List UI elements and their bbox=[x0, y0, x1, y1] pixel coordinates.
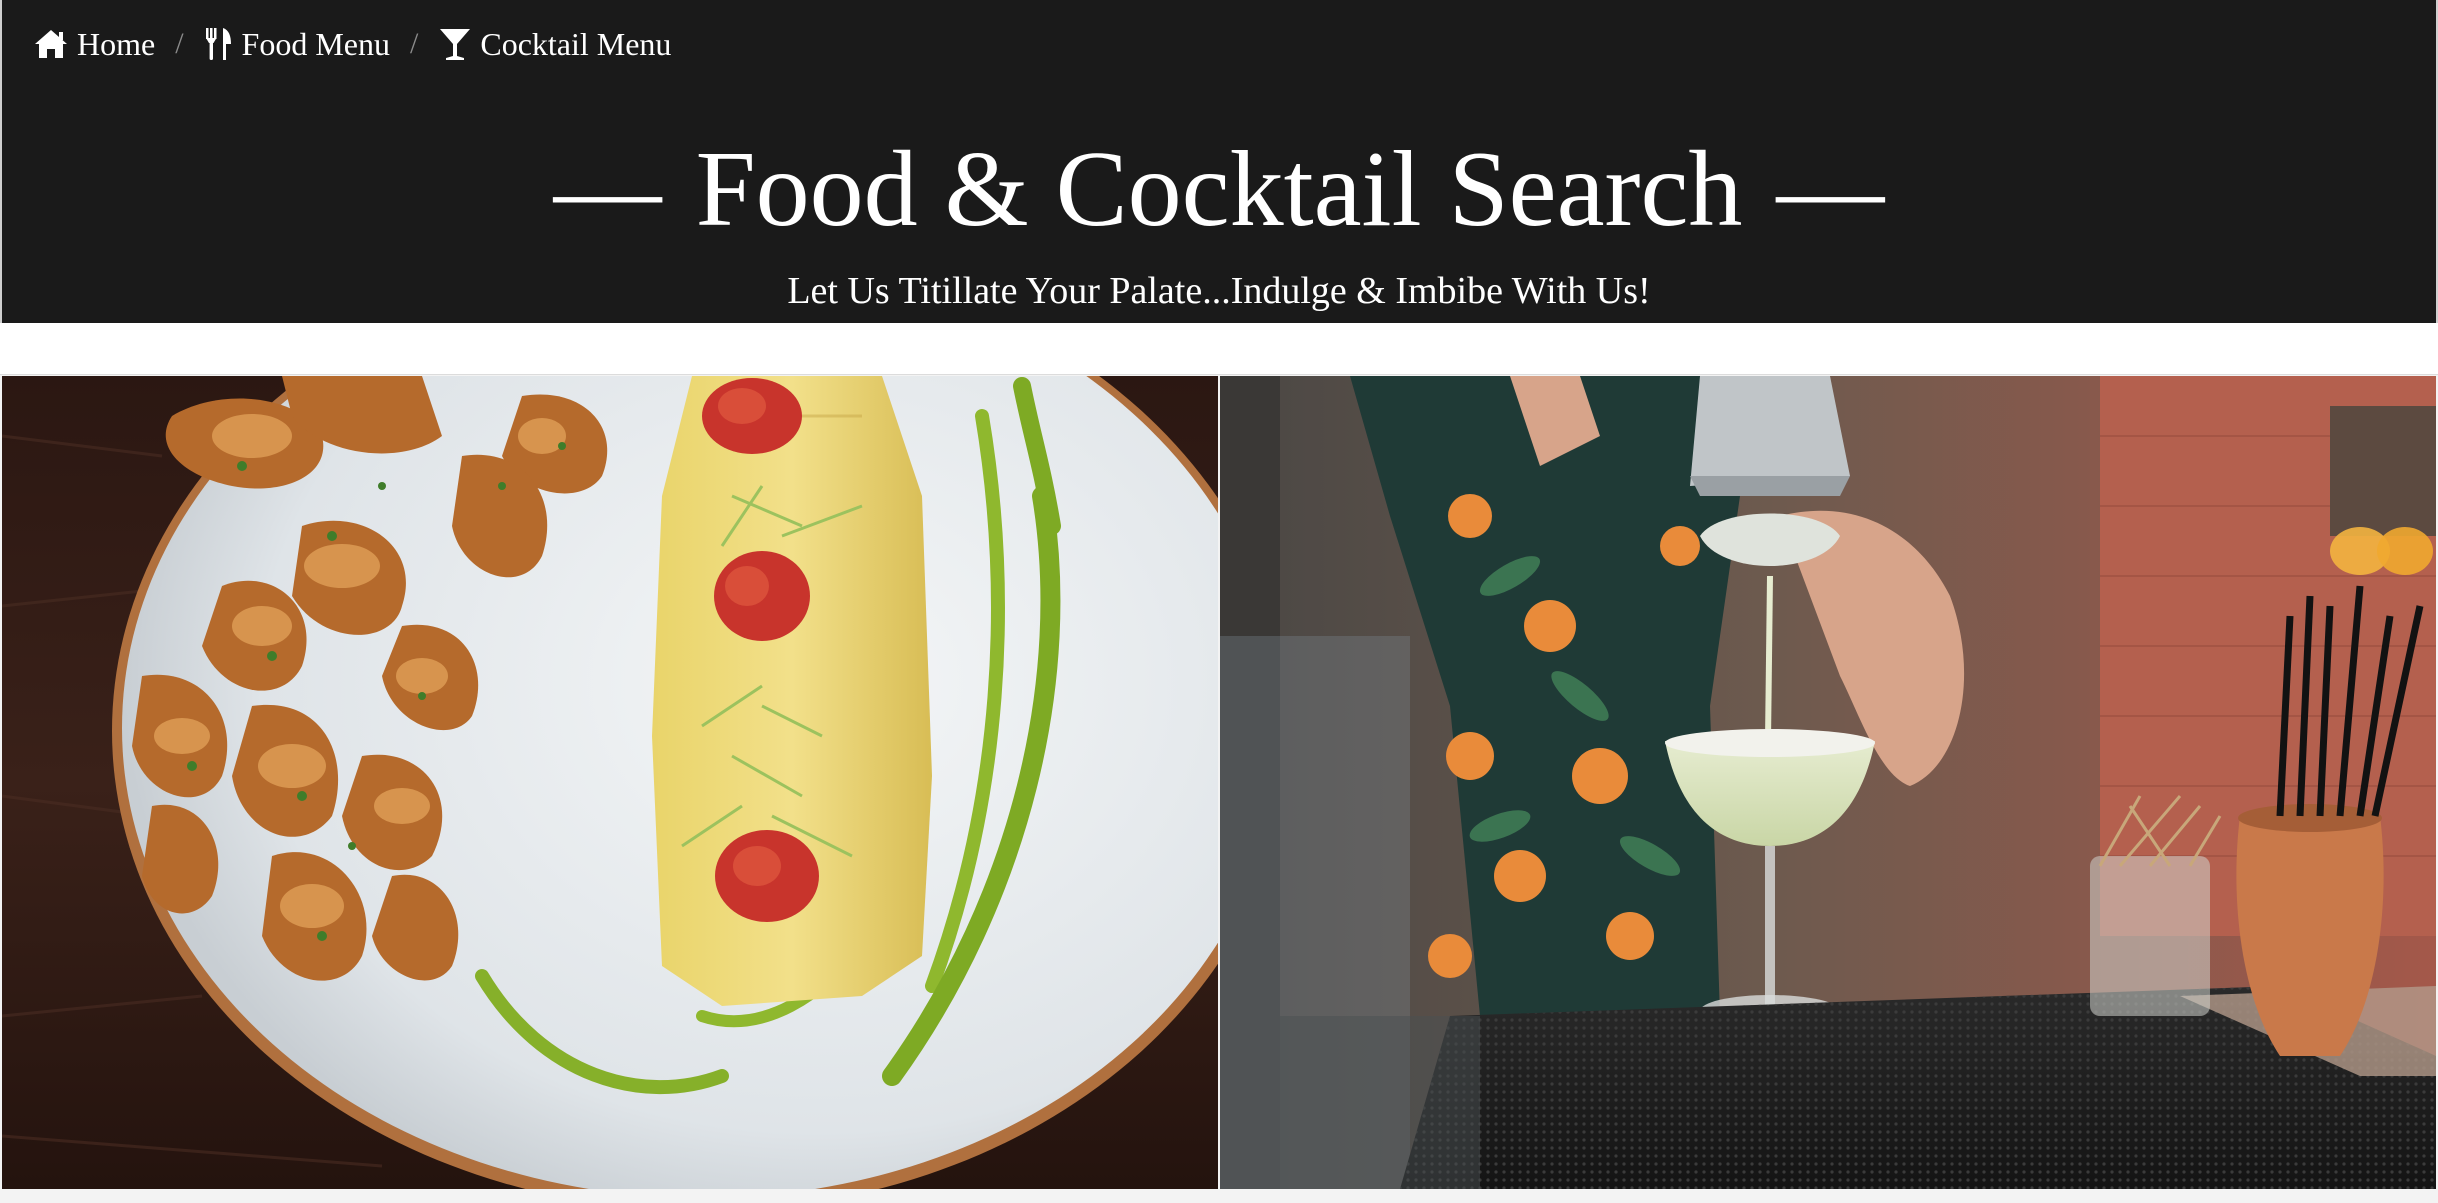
title-dash-right: — bbox=[1776, 130, 1885, 249]
breadcrumb-home-label: Home bbox=[77, 25, 156, 62]
home-icon bbox=[33, 27, 69, 61]
omelette-and-potatoes-photo bbox=[2, 376, 1218, 1189]
breadcrumb: Home / Food Menu / Cocktail Menu bbox=[33, 24, 671, 64]
breadcrumb-home[interactable]: Home bbox=[33, 26, 155, 63]
page-title-text: Food & Cocktail Search bbox=[695, 130, 1743, 249]
page-subtitle: Let Us Titillate Your Palate...Indulge &… bbox=[787, 270, 1651, 312]
page-header: Home / Food Menu / Cocktail Menu — Food … bbox=[0, 0, 2438, 323]
breadcrumb-cocktail-menu[interactable]: Cocktail Menu bbox=[438, 26, 671, 63]
food-card[interactable] bbox=[2, 376, 1218, 1189]
page-title: — Food & Cocktail Search — bbox=[2, 130, 2436, 250]
breadcrumb-food-menu-label: Food Menu bbox=[241, 25, 390, 62]
bartender-pouring-margarita-photo bbox=[1220, 376, 2436, 1189]
cocktail-glass-icon bbox=[438, 26, 472, 62]
title-dash-left: — bbox=[553, 130, 662, 249]
breadcrumb-food-menu[interactable]: Food Menu bbox=[204, 26, 390, 63]
category-cards bbox=[0, 374, 2438, 1203]
breadcrumb-cocktail-menu-label: Cocktail Menu bbox=[480, 25, 672, 62]
fork-knife-icon bbox=[204, 26, 234, 62]
breadcrumb-separator: / bbox=[410, 27, 419, 60]
breadcrumb-separator: / bbox=[175, 27, 184, 60]
cocktail-card[interactable] bbox=[1220, 376, 2436, 1189]
